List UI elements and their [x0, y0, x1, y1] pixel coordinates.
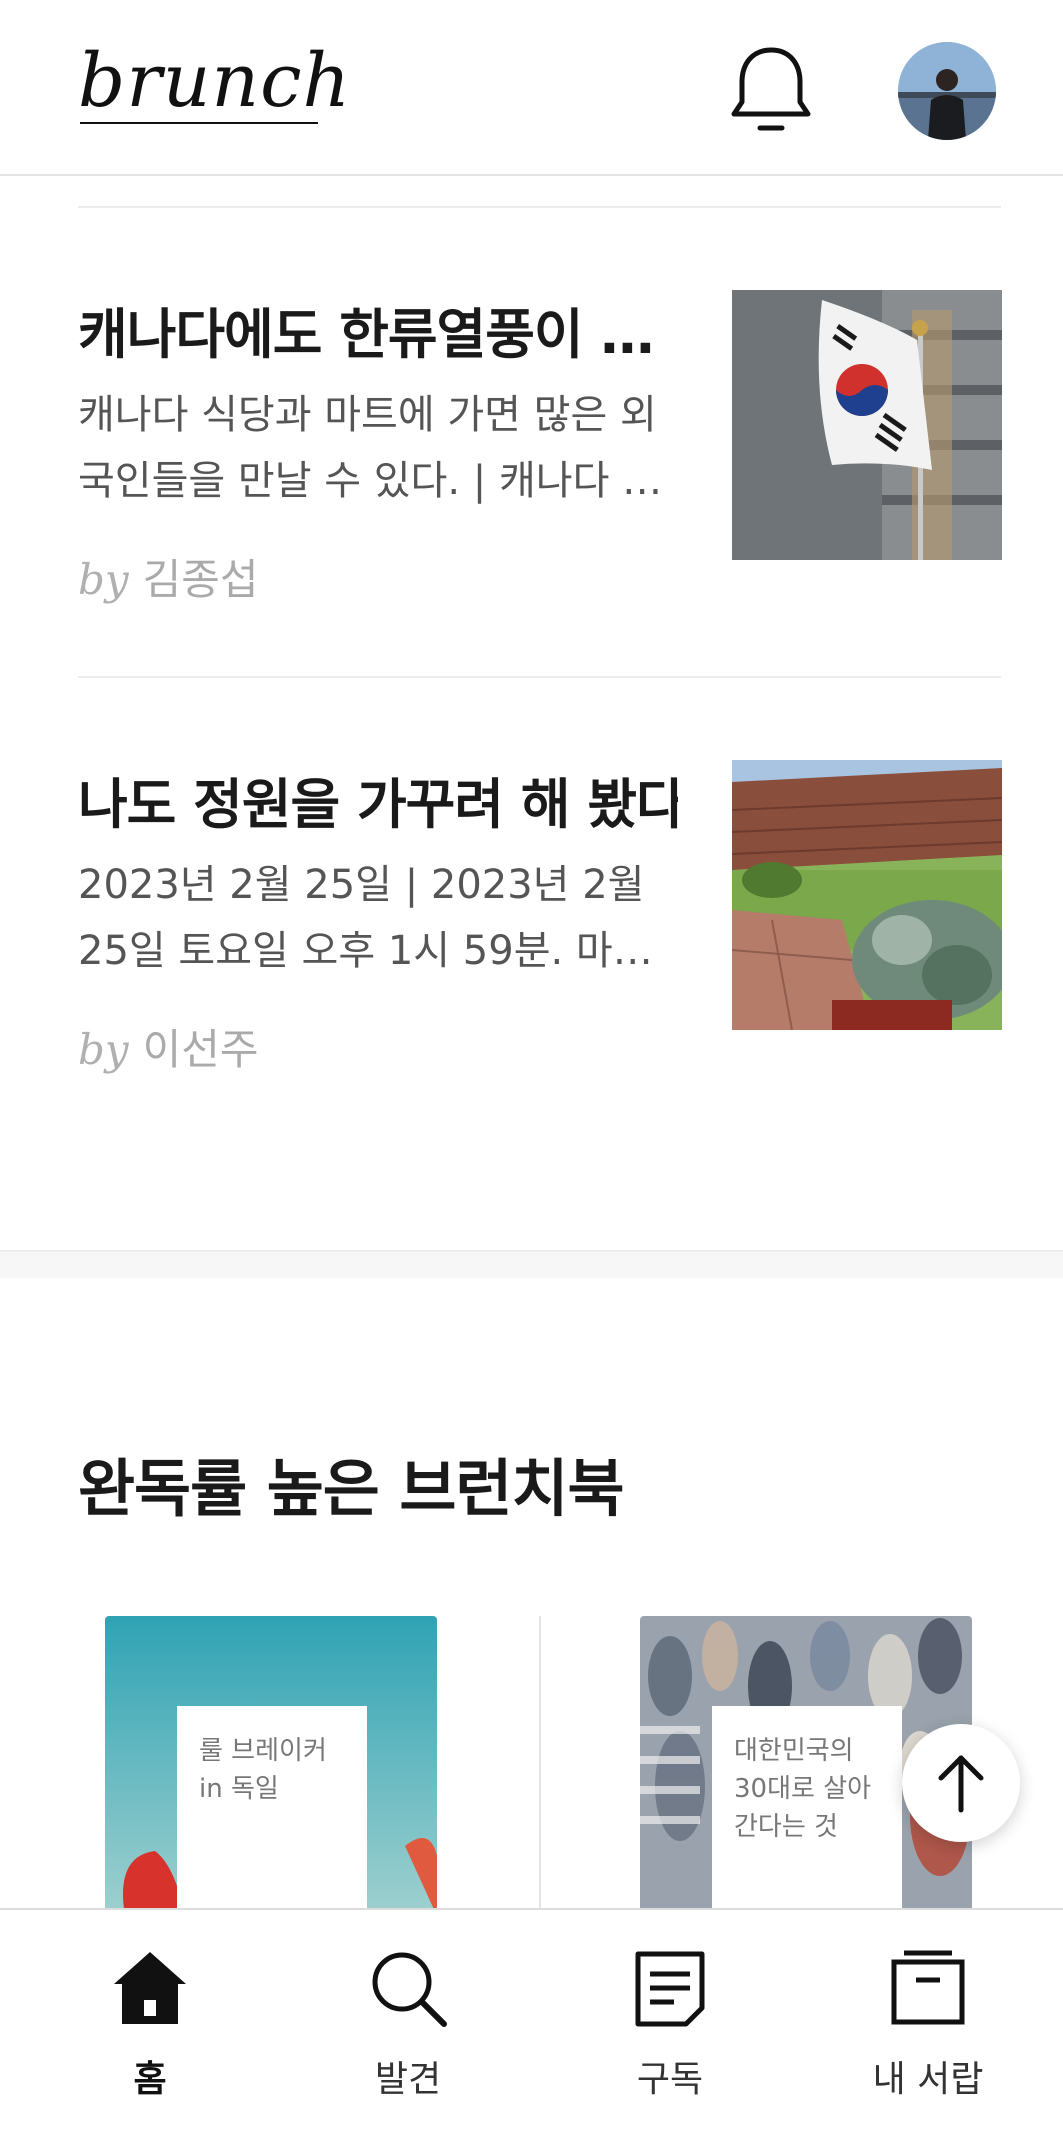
book-cover-title: 대한민국의 30대로 살아 간다는 것 [712, 1706, 902, 1916]
garden-photo[interactable] [732, 760, 1002, 1030]
drawer-icon [891, 1950, 965, 2025]
article-description: 2023년 2월 25일 | 2023년 2월 25일 토요일 오후 1시 59… [78, 852, 678, 984]
book-title-line: 간다는 것 [734, 1812, 838, 1842]
book-cover-title: 룰 브레이커 in 독일 [177, 1706, 367, 1916]
article-author: by 이선주 [78, 1016, 259, 1077]
nav-home[interactable]: 홈 [70, 1948, 230, 2108]
nav-subscribe[interactable]: 구독 [590, 1948, 750, 2108]
nav-label-discover: 발견 [374, 2059, 442, 2100]
book-title-line: 30대로 살아 [734, 1774, 872, 1804]
profile-avatar[interactable] [898, 42, 996, 140]
book-card[interactable]: 룰 브레이커 in 독일 [105, 1616, 437, 1916]
article-desc-line: 2023년 2월 25일 | 2023년 2월 [78, 862, 645, 908]
section-title: 완독률 높은 브런치북 [78, 1452, 625, 1525]
nav-label-home: 홈 [133, 2059, 167, 2100]
nav-label-drawer: 내 서랍 [872, 2059, 984, 2100]
by-label: by [78, 555, 129, 604]
divider [539, 1616, 541, 1916]
article-desc-line: 캐나다 식당과 마트에 가면 많은 외 [78, 392, 657, 438]
search-icon [372, 1952, 447, 2027]
article-description: 캐나다 식당과 마트에 가면 많은 외 국인들을 만날 수 있다. | 캐나다 … [78, 382, 678, 514]
korean-flag-photo[interactable] [732, 290, 1002, 560]
document-icon [635, 1951, 705, 2027]
scroll-to-top-button[interactable] [902, 1724, 1020, 1842]
brunch-logo[interactable]: brunch [78, 38, 351, 124]
by-label: by [78, 1025, 129, 1074]
bottom-navigation: 홈 발견 구독 내 서랍 [0, 1908, 1063, 2133]
nav-discover[interactable]: 발견 [328, 1948, 488, 2108]
article-title[interactable]: 나도 정원을 가꾸려 해 봤다 [78, 760, 678, 839]
logo-underline [80, 122, 318, 124]
divider [78, 676, 1001, 678]
divider [78, 206, 1001, 208]
author-name: 김종섭 [142, 555, 259, 604]
article-desc-line: 25일 토요일 오후 1시 59분. 마… [78, 928, 653, 974]
article-desc-line: 국인들을 만날 수 있다. | 캐나다 … [78, 458, 663, 504]
bell-icon[interactable] [728, 44, 814, 134]
book-title-line: in 독일 [199, 1774, 279, 1804]
book-title-line: 룰 브레이커 [199, 1736, 327, 1766]
section-divider [0, 1250, 1063, 1278]
article-title[interactable]: 캐나다에도 한류열풍이 … [78, 290, 678, 369]
home-icon [114, 1952, 186, 2024]
book-title-line: 대한민국의 [734, 1736, 854, 1766]
arrow-up-icon [938, 1755, 984, 1813]
nav-label-subscribe: 구독 [636, 2059, 704, 2100]
app-header: brunch [0, 0, 1063, 176]
nav-drawer[interactable]: 내 서랍 [848, 1948, 1008, 2108]
author-name: 이선주 [142, 1025, 259, 1074]
article-author: by 김종섭 [78, 546, 259, 607]
